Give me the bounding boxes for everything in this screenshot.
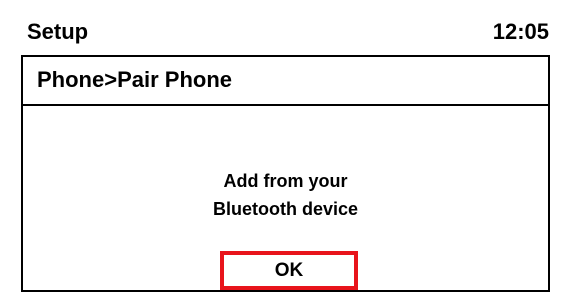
instruction-line-2: Bluetooth device [212,199,359,219]
status-bar: Setup 12:05 [9,9,555,55]
device-screen: Setup 12:05 Phone>Pair Phone Add from yo… [9,9,555,297]
pair-phone-panel: Phone>Pair Phone Add from your Bluetooth… [21,55,550,292]
instruction-line-1: Add from your [223,171,348,191]
breadcrumb-text: Phone>Pair Phone [37,67,232,92]
instruction-message: Add from your Bluetooth device [23,167,548,223]
ok-button-label: OK [274,259,304,281]
breadcrumb: Phone>Pair Phone [23,57,548,106]
ok-button[interactable]: OK [220,251,358,290]
screen-title: Setup [27,19,89,44]
clock-time: 12:05 [492,19,549,44]
